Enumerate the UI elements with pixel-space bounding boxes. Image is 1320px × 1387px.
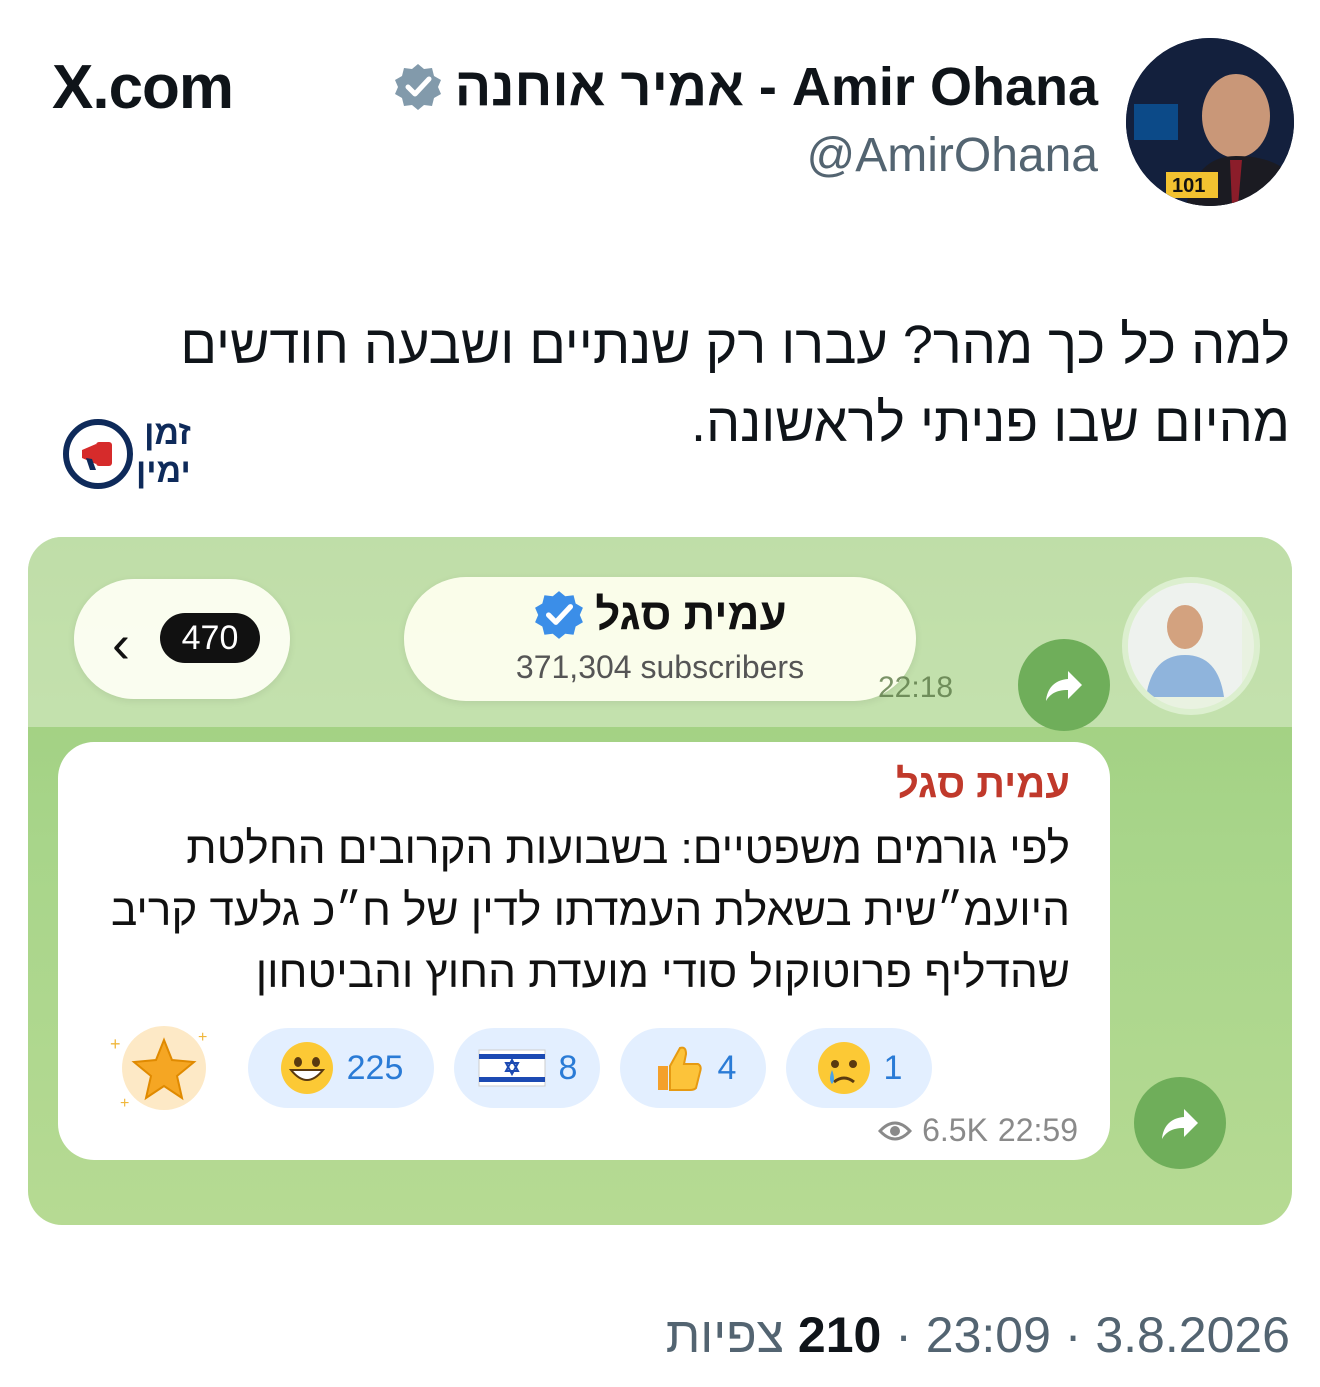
previous-message-time: 22:18 xyxy=(878,671,954,704)
views-count: 210 xyxy=(797,1307,882,1363)
israel-flag-icon xyxy=(478,1049,546,1087)
megaphone-clock-icon xyxy=(63,419,133,489)
watermark-line-2: ימין xyxy=(136,452,191,490)
chevron-left-icon: ‹ xyxy=(112,614,130,674)
telegram-screenshot: ‹ 470 עמית סגל 371,304 subscribers 22:18… xyxy=(28,537,1292,1225)
reactions-row: + + + 225 8 4 1 xyxy=(98,1026,1078,1112)
message-time: 22:59 xyxy=(997,1112,1078,1148)
star-icon: + + + xyxy=(110,1026,207,1112)
reaction-grin[interactable]: 225 xyxy=(248,1028,434,1108)
site-label: X.com xyxy=(52,53,234,122)
author-name[interactable]: Amir Ohana - אמיר אוחנה xyxy=(455,56,1098,118)
channel-title-pill[interactable]: עמית סגל 371,304 subscribers xyxy=(404,577,916,701)
separator: · xyxy=(881,1307,912,1363)
message-meta: 6.5K 22:59 xyxy=(878,1112,1078,1149)
subscriber-count: 371,304 subscribers xyxy=(515,649,805,685)
verified-badge-icon xyxy=(394,64,441,110)
reaction-count: 225 xyxy=(346,1048,404,1087)
channel-name: עמית סגל xyxy=(595,590,787,639)
forward-icon xyxy=(1046,671,1082,701)
forward-icon xyxy=(1162,1109,1198,1139)
tweet-line-2: מהיום שבו פניתי לראשונה. xyxy=(691,393,1290,453)
tweet-meta: 3.8.2026 · 23:09 · 210 צפיות xyxy=(666,1306,1290,1364)
message-text: לפי גורמים משפטיים: בשבועות הקרובים החלט… xyxy=(110,824,1070,997)
crying-emoji-icon xyxy=(817,1042,870,1094)
eye-icon xyxy=(878,1121,913,1140)
forward-button-top[interactable] xyxy=(1018,639,1110,731)
view-count: 6.5K xyxy=(922,1112,988,1148)
author-avatar[interactable]: 101 xyxy=(1126,38,1294,206)
star-reaction[interactable]: + + + xyxy=(106,1022,216,1114)
author-name-row: Amir Ohana - אמיר אוחנה xyxy=(393,56,1098,118)
thumbs-up-icon xyxy=(657,1046,702,1091)
tweet-date[interactable]: 3.8.2026 xyxy=(1095,1307,1290,1363)
reaction-thumbs-up[interactable]: 4 xyxy=(620,1028,766,1108)
separator: · xyxy=(1050,1307,1082,1363)
svg-text:+: + xyxy=(110,1034,121,1054)
svg-text:+: + xyxy=(198,1029,207,1046)
tweet-time[interactable]: 23:09 xyxy=(926,1307,1051,1363)
telegram-verified-icon xyxy=(535,591,584,639)
channel-name-row: עמית סגל xyxy=(404,589,916,641)
message-sender: עמית סגל xyxy=(895,762,1070,806)
reaction-crying[interactable]: 1 xyxy=(786,1028,932,1108)
message-bubble: עמית סגל לפי גורמים משפטיים: בשבועות הקר… xyxy=(58,742,1110,1160)
author-handle[interactable]: @AmirOhana xyxy=(807,128,1099,183)
forward-button[interactable] xyxy=(1134,1077,1226,1169)
svg-text:+: + xyxy=(120,1095,129,1112)
reaction-count: 1 xyxy=(883,1048,903,1087)
watermark-logo: זמן ימין xyxy=(136,414,191,490)
grin-emoji-icon xyxy=(280,1042,333,1094)
unread-count: 470 xyxy=(160,613,260,663)
reaction-count: 4 xyxy=(717,1048,737,1087)
tweet-line-1: למה כל כך מהר? עברו רק שנתיים ושבעה חודש… xyxy=(180,315,1290,375)
reaction-flag[interactable]: 8 xyxy=(454,1028,600,1108)
back-button[interactable]: ‹ 470 xyxy=(74,579,290,699)
watermark-line-1: זמן xyxy=(144,414,191,452)
svg-text:101: 101 xyxy=(1172,175,1205,197)
reaction-count: 8 xyxy=(558,1048,578,1087)
views-label: צפיות xyxy=(665,1307,784,1363)
tweet-text: למה כל כך מהר? עברו רק שנתיים ושבעה חודש… xyxy=(90,306,1290,462)
channel-avatar[interactable] xyxy=(1122,577,1260,715)
